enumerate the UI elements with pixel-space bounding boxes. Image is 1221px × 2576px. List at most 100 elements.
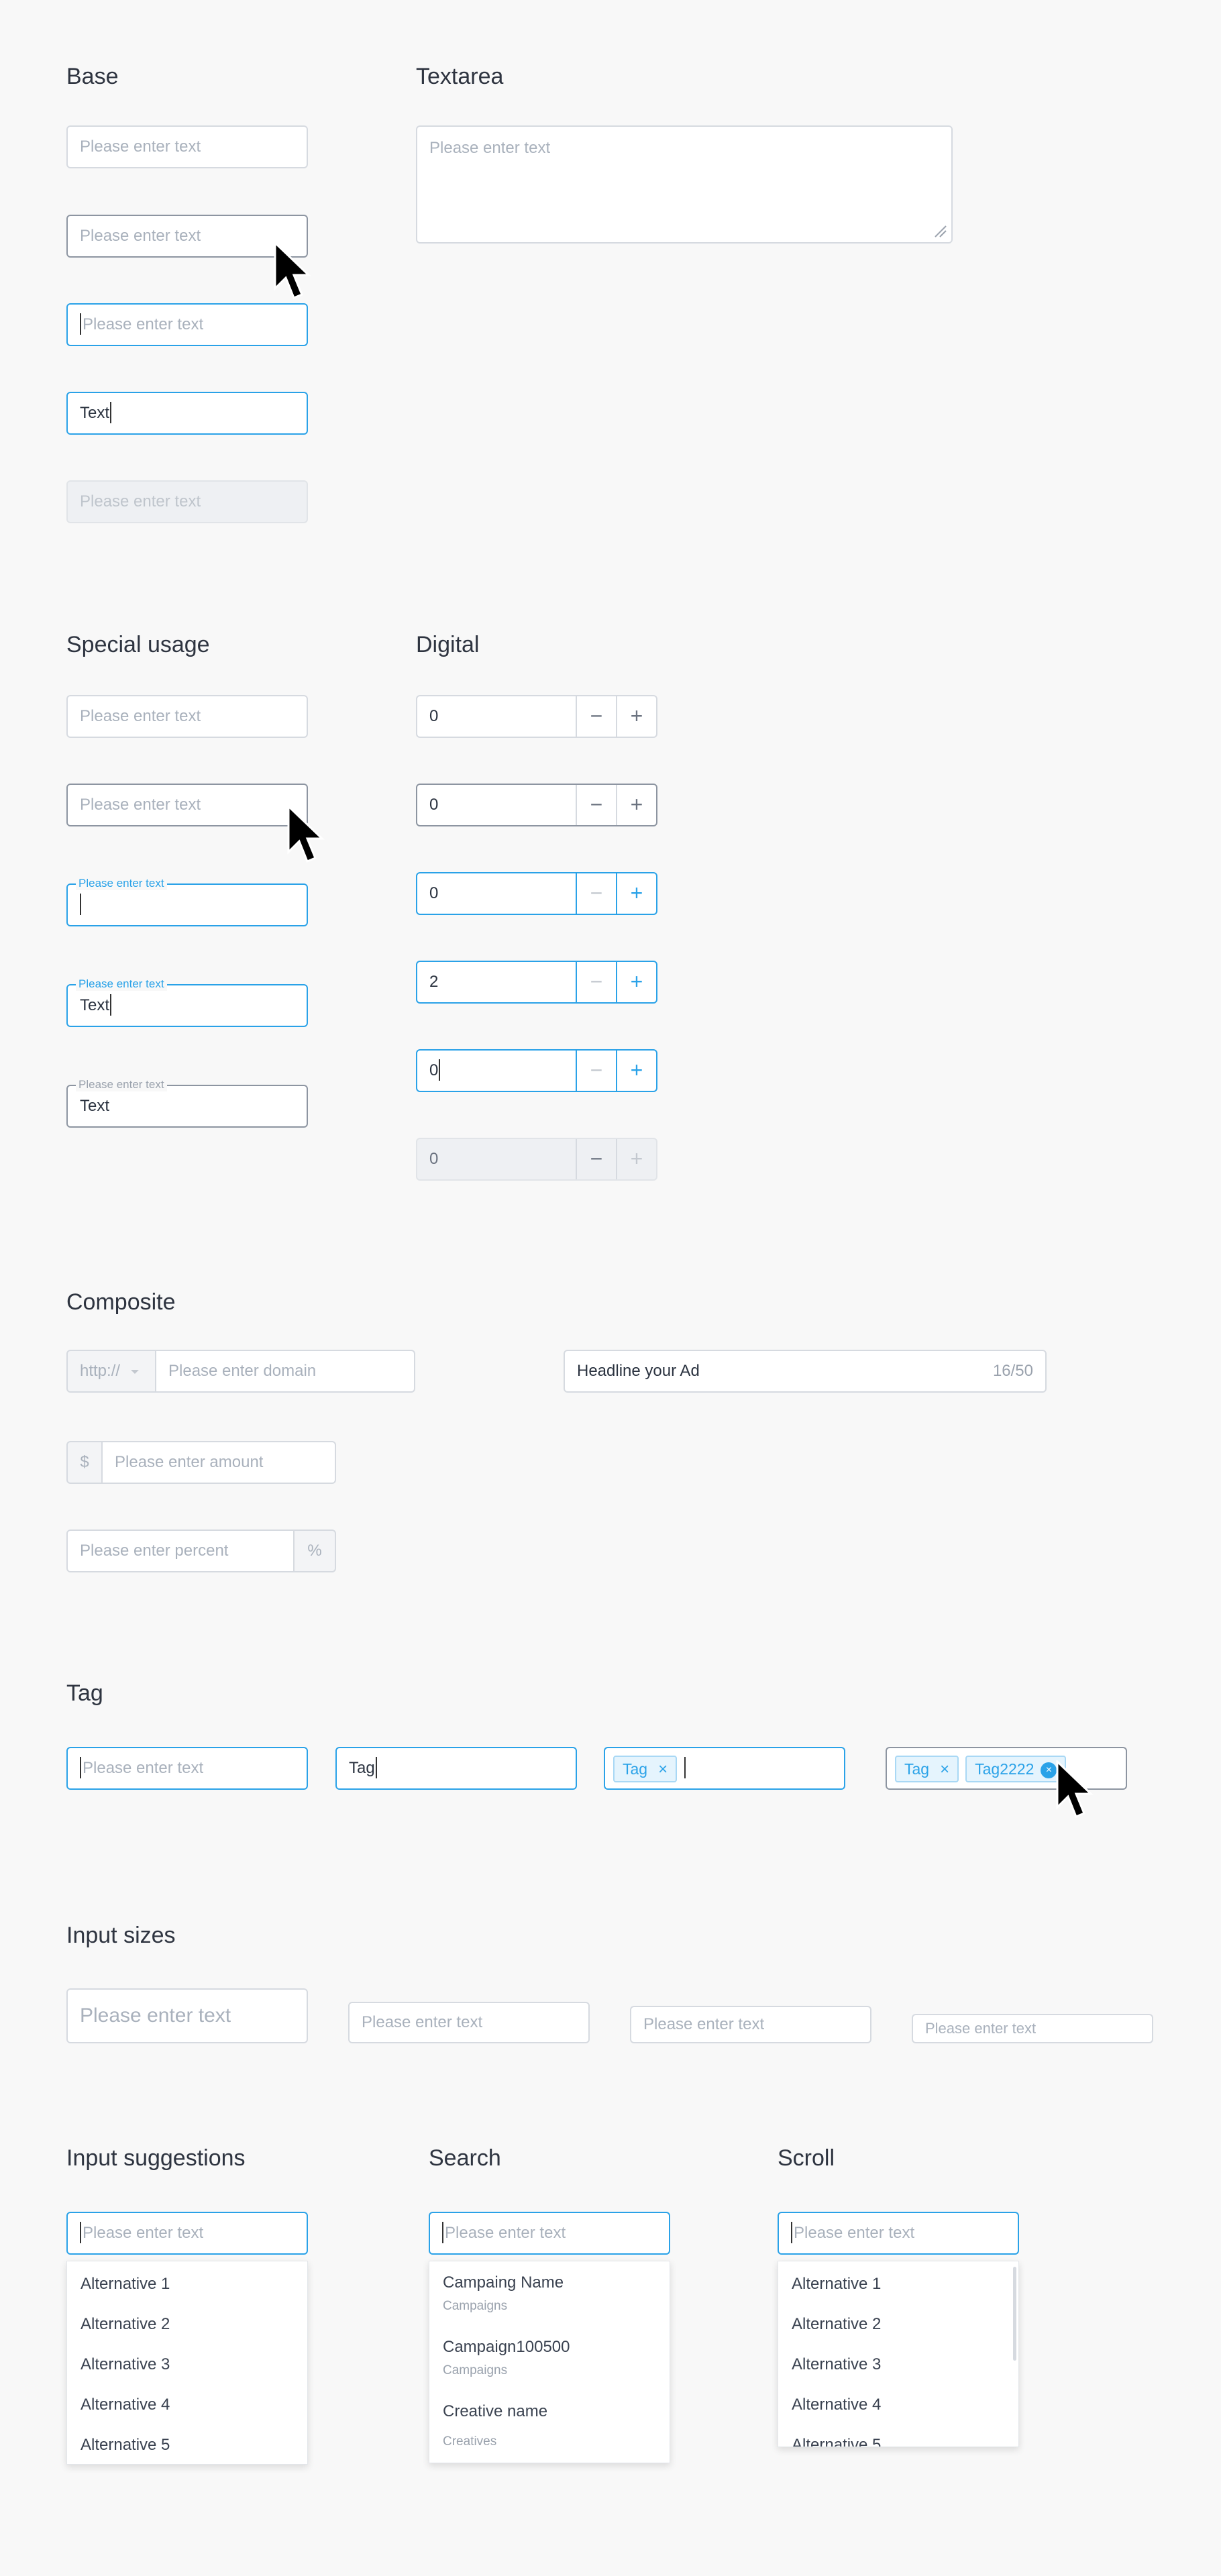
- placeholder: Please enter text: [445, 2224, 566, 2242]
- base-input-hover[interactable]: Please enter text: [66, 215, 308, 258]
- placeholder: Please enter text: [362, 2013, 483, 2031]
- floating-label: Please enter text: [76, 877, 167, 890]
- base-input-focused[interactable]: Please enter text: [66, 303, 308, 346]
- scroll-option[interactable]: Alternative 3: [792, 2355, 881, 2374]
- number-stepper-default[interactable]: 0 − +: [416, 695, 657, 738]
- input-value: Headline your Ad: [577, 1362, 700, 1380]
- increment-button[interactable]: +: [616, 785, 656, 825]
- tag-chip: Tag2222 ×: [965, 1755, 1067, 1782]
- input-size-mini[interactable]: Please enter text: [912, 2014, 1153, 2043]
- input-value: Text: [80, 1097, 110, 1115]
- base-input-filled[interactable]: Text: [66, 392, 308, 435]
- section-title-search: Search: [429, 2145, 501, 2171]
- search-result-category: Campaigns: [443, 2363, 508, 2377]
- number-stepper-editing[interactable]: 0 − +: [416, 1049, 657, 1092]
- scrollbar-thumb[interactable]: [1013, 2267, 1016, 2361]
- resize-handle-icon[interactable]: [934, 225, 947, 238]
- number-stepper-hover[interactable]: 0 − +: [416, 784, 657, 826]
- decrement-button[interactable]: −: [576, 696, 616, 737]
- text-caret: [684, 1756, 686, 1778]
- base-input-default[interactable]: Please enter text: [66, 125, 308, 168]
- search-result-title[interactable]: Campaing Name: [443, 2273, 564, 2292]
- scroll-input[interactable]: Please enter text: [778, 2212, 1019, 2255]
- number-text: 0: [429, 1061, 439, 1079]
- remove-tag-icon[interactable]: ×: [940, 1760, 949, 1778]
- number-stepper-focused-min[interactable]: 0 − +: [416, 872, 657, 915]
- input-size-medium[interactable]: Please enter text: [348, 2002, 590, 2043]
- amount-input[interactable]: Please enter amount: [101, 1441, 336, 1484]
- scroll-option[interactable]: Alternative 5: [792, 2436, 881, 2447]
- suggestion-item[interactable]: Alternative 5: [81, 2436, 170, 2455]
- suggestion-item[interactable]: Alternative 3: [81, 2355, 170, 2374]
- input-value: Text: [80, 996, 110, 1014]
- text-caret: [80, 1756, 81, 1778]
- increment-button: +: [616, 1139, 656, 1179]
- placeholder: Please enter text: [925, 2020, 1037, 2037]
- input-size-small[interactable]: Please enter text: [630, 2006, 871, 2043]
- tag-input-empty[interactable]: Please enter text: [66, 1747, 308, 1790]
- textarea[interactable]: Please enter text: [416, 125, 953, 244]
- protocol-select[interactable]: http://: [66, 1350, 156, 1393]
- placeholder: Please enter text: [80, 707, 201, 725]
- number-value: 0: [429, 1150, 439, 1168]
- placeholder: Please enter text: [429, 139, 551, 157]
- text-caret: [80, 893, 81, 915]
- placeholder: Please enter text: [643, 2015, 765, 2033]
- increment-button[interactable]: +: [616, 696, 656, 737]
- suggestion-item[interactable]: Alternative 2: [81, 2315, 170, 2334]
- placeholder: Please enter text: [83, 1759, 204, 1777]
- percent-input[interactable]: Please enter percent: [66, 1529, 295, 1572]
- search-input[interactable]: Please enter text: [429, 2212, 670, 2255]
- scroll-option[interactable]: Alternative 2: [792, 2315, 881, 2334]
- placeholder: Please enter text: [83, 2224, 204, 2242]
- scroll-dropdown: Alternative 1 Alternative 2 Alternative …: [778, 2261, 1019, 2447]
- number-value: 0: [429, 1051, 441, 1091]
- search-result-title[interactable]: Creative name: [443, 2402, 547, 2421]
- decrement-button[interactable]: −: [576, 873, 616, 914]
- remove-tag-hover-icon[interactable]: ×: [1041, 1762, 1057, 1778]
- tag-input-typing[interactable]: Tag: [335, 1747, 577, 1790]
- text-caret: [439, 1059, 441, 1081]
- input-size-large[interactable]: Please enter text: [66, 1988, 308, 2043]
- section-title-textarea: Textarea: [416, 64, 504, 89]
- increment-button[interactable]: +: [616, 1051, 656, 1091]
- remove-tag-icon[interactable]: ×: [658, 1760, 668, 1778]
- special-input-filled-floating[interactable]: Please enter text Text: [66, 977, 308, 1027]
- suggestions-input[interactable]: Please enter text: [66, 2212, 308, 2255]
- increment-button[interactable]: +: [616, 873, 656, 914]
- placeholder: Please enter text: [80, 492, 201, 511]
- special-input-default[interactable]: Please enter text: [66, 695, 308, 738]
- number-stepper-disabled: 0 − +: [416, 1138, 657, 1181]
- scroll-option[interactable]: Alternative 1: [792, 2275, 881, 2294]
- scroll-option[interactable]: Alternative 4: [792, 2396, 881, 2414]
- placeholder: Please enter text: [794, 2224, 915, 2242]
- text-caret: [791, 2221, 792, 2243]
- search-results-dropdown: Campaing Name Campaigns Campaign100500 C…: [429, 2261, 670, 2463]
- section-title-input-sizes: Input sizes: [66, 1923, 176, 1948]
- decrement-button[interactable]: −: [576, 962, 616, 1002]
- suggestion-item[interactable]: Alternative 4: [81, 2396, 170, 2414]
- decrement-button[interactable]: −: [576, 785, 616, 825]
- search-result-title[interactable]: Campaign100500: [443, 2338, 570, 2357]
- section-title-digital: Digital: [416, 632, 480, 657]
- floating-label: Please enter text: [76, 1078, 167, 1091]
- special-input-focused-floating[interactable]: Please enter text: [66, 877, 308, 926]
- search-result-category: Creatives: [443, 2434, 497, 2449]
- suggestion-item[interactable]: Alternative 1: [81, 2275, 170, 2294]
- special-input-hover[interactable]: Please enter text: [66, 784, 308, 826]
- placeholder: Please enter percent: [80, 1542, 229, 1560]
- tag-input-with-tag[interactable]: Tag ×: [604, 1747, 845, 1790]
- tag-chip: Tag ×: [613, 1755, 678, 1782]
- decrement-button[interactable]: −: [576, 1051, 616, 1091]
- special-input-static-floating[interactable]: Please enter text Text: [66, 1078, 308, 1128]
- section-title-scroll: Scroll: [778, 2145, 835, 2171]
- number-stepper-focused-value[interactable]: 2 − +: [416, 961, 657, 1004]
- number-value: 0: [429, 884, 439, 902]
- mouse-pointer-icon: [287, 805, 325, 863]
- currency-addon: $: [66, 1441, 103, 1484]
- headline-input-with-counter[interactable]: Headline your Ad 16/50: [564, 1350, 1047, 1393]
- increment-button[interactable]: +: [616, 962, 656, 1002]
- base-input-disabled: Please enter text: [66, 480, 308, 523]
- domain-input[interactable]: Please enter domain: [155, 1350, 415, 1393]
- floating-label: Please enter text: [76, 977, 167, 991]
